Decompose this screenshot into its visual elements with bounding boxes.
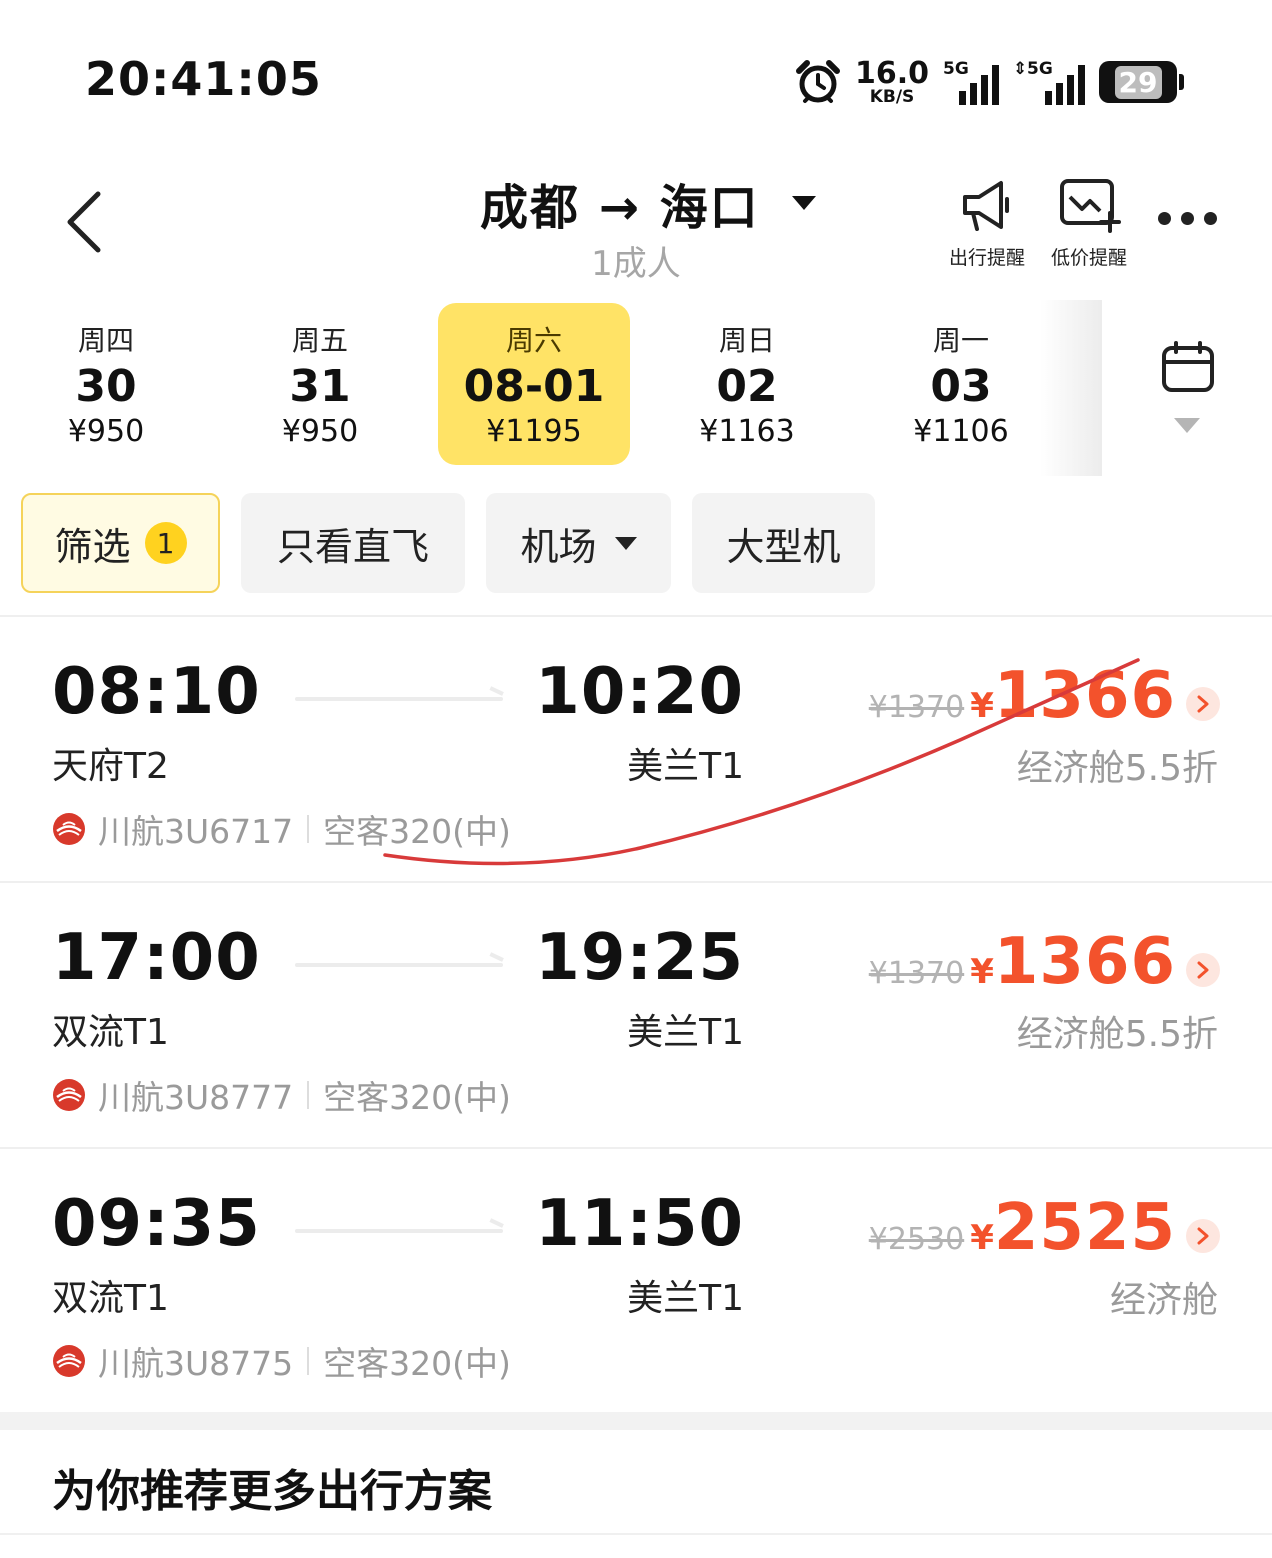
airline-logo-icon <box>53 1079 85 1111</box>
price-block: ¥1370 ¥ 1366 <box>868 659 1176 733</box>
signal-sim2-icon: ⇕ 5G <box>1013 59 1086 105</box>
cabin-class: 经济舱5.5折 <box>1016 1014 1218 1055</box>
price: 1366 <box>993 925 1176 999</box>
arrival-airport: 美兰T1 <box>627 1278 744 1319</box>
airline-logo-icon <box>53 1345 85 1377</box>
departure-airport: 双流T1 <box>52 1278 169 1319</box>
route-title: 成都 → 海口 <box>480 180 760 236</box>
arrival-airport: 美兰T1 <box>627 1012 744 1053</box>
flight-meta: 川航3U6717 空客320(中) <box>52 805 511 853</box>
filter-button[interactable]: 筛选 1 <box>21 493 220 593</box>
net-speed: 16.0 KB/S <box>855 55 930 107</box>
flight-card[interactable]: 08:10 10:20 天府T2 美兰T1 川航3U6717 空客320(中) … <box>0 617 1272 881</box>
filter-count-badge: 1 <box>144 522 187 564</box>
aircraft-type: 空客320(中) <box>323 1344 511 1383</box>
aircraft-type: 空客320(中) <box>323 1078 511 1117</box>
original-price: ¥2530 <box>868 1222 965 1257</box>
cabin-class: 经济舱 <box>1109 1280 1218 1321</box>
route-arrow <box>295 963 503 967</box>
price: 1366 <box>993 659 1176 733</box>
arrival-time: 11:50 <box>535 1187 744 1261</box>
flight-card[interactable]: 17:00 19:25 双流T1 美兰T1 川航3U8777 空客320(中) … <box>0 883 1272 1147</box>
more-options-icon[interactable] <box>1158 212 1217 225</box>
route-arrow <box>295 1229 503 1233</box>
cabin-class: 经济舱5.5折 <box>1016 748 1218 789</box>
date-option-selected[interactable]: 周六 08-01 ¥1195 <box>438 303 630 465</box>
airline-logo-icon <box>53 813 85 845</box>
status-bar: 20:41:05 16.0 KB/S 5G ⇕ 5G 29 <box>0 0 1272 150</box>
expand-caret-icon[interactable] <box>1174 418 1200 433</box>
price: 2525 <box>993 1191 1176 1265</box>
original-price: ¥1370 <box>868 690 965 725</box>
low-price-alert-button[interactable]: 低价提醒 <box>1046 175 1132 270</box>
airline-flight: 川航3U8777 <box>98 1078 294 1117</box>
travel-reminder-button[interactable]: 出行提醒 <box>944 175 1030 270</box>
battery-level: 29 <box>1114 65 1162 99</box>
calendar-button[interactable] <box>1102 300 1272 476</box>
chevron-right-icon <box>1186 953 1220 987</box>
departure-airport: 天府T2 <box>52 746 169 787</box>
flight-meta: 川航3U8775 空客320(中) <box>52 1337 511 1385</box>
airport-chip[interactable]: 机场 <box>486 493 671 593</box>
date-strip: 周四 30 ¥950 周五 31 ¥950 周六 08-01 ¥1195 周日 … <box>0 300 1102 476</box>
aircraft-type: 空客320(中) <box>323 812 511 851</box>
departure-airport: 双流T1 <box>52 1012 169 1053</box>
large-aircraft-chip[interactable]: 大型机 <box>692 493 875 593</box>
chevron-right-icon <box>1186 1219 1220 1253</box>
arrival-airport: 美兰T1 <box>627 746 744 787</box>
price-block: ¥2530 ¥ 2525 <box>868 1191 1176 1265</box>
date-option[interactable]: 周日 02 ¥1163 <box>651 303 843 465</box>
route-selector[interactable]: 成都 → 海口 <box>480 168 816 238</box>
date-option[interactable]: 周四 30 ¥950 <box>10 303 202 465</box>
caret-down-icon <box>791 196 816 210</box>
recommend-title: 为你推荐更多出行方案 <box>52 1466 492 1517</box>
status-time: 20:41:05 <box>85 52 322 106</box>
arrival-time: 10:20 <box>535 655 744 729</box>
date-option[interactable]: 周五 31 ¥950 <box>224 303 416 465</box>
departure-time: 08:10 <box>52 655 261 729</box>
alarm-icon <box>796 60 840 103</box>
calendar-icon <box>1162 341 1214 392</box>
price-block: ¥1370 ¥ 1366 <box>868 925 1176 999</box>
date-strip-fade <box>1040 300 1102 476</box>
arrival-time: 19:25 <box>535 921 744 995</box>
flight-card[interactable]: 09:35 11:50 双流T1 美兰T1 川航3U8775 空客320(中) … <box>0 1149 1272 1413</box>
section-gap <box>0 1412 1272 1430</box>
direct-only-chip[interactable]: 只看直飞 <box>241 493 465 593</box>
departure-time: 09:35 <box>52 1187 261 1261</box>
battery-icon: 29 <box>1099 61 1185 103</box>
divider <box>0 1533 1272 1535</box>
caret-down-icon <box>614 536 637 550</box>
date-option[interactable]: 周一 03 ¥1106 <box>865 303 1057 465</box>
status-icons: 16.0 KB/S 5G ⇕ 5G 29 <box>795 55 1185 108</box>
departure-time: 17:00 <box>52 921 261 995</box>
airline-flight: 川航3U6717 <box>98 812 294 851</box>
price-alert-icon <box>1060 179 1121 233</box>
original-price: ¥1370 <box>868 956 965 991</box>
megaphone-icon <box>963 181 1009 231</box>
route-arrow <box>295 697 503 701</box>
flight-meta: 川航3U8777 空客320(中) <box>52 1071 511 1119</box>
airline-flight: 川航3U8775 <box>98 1344 294 1383</box>
chevron-right-icon <box>1186 687 1220 721</box>
signal-sim1-icon: 5G <box>943 59 1000 105</box>
